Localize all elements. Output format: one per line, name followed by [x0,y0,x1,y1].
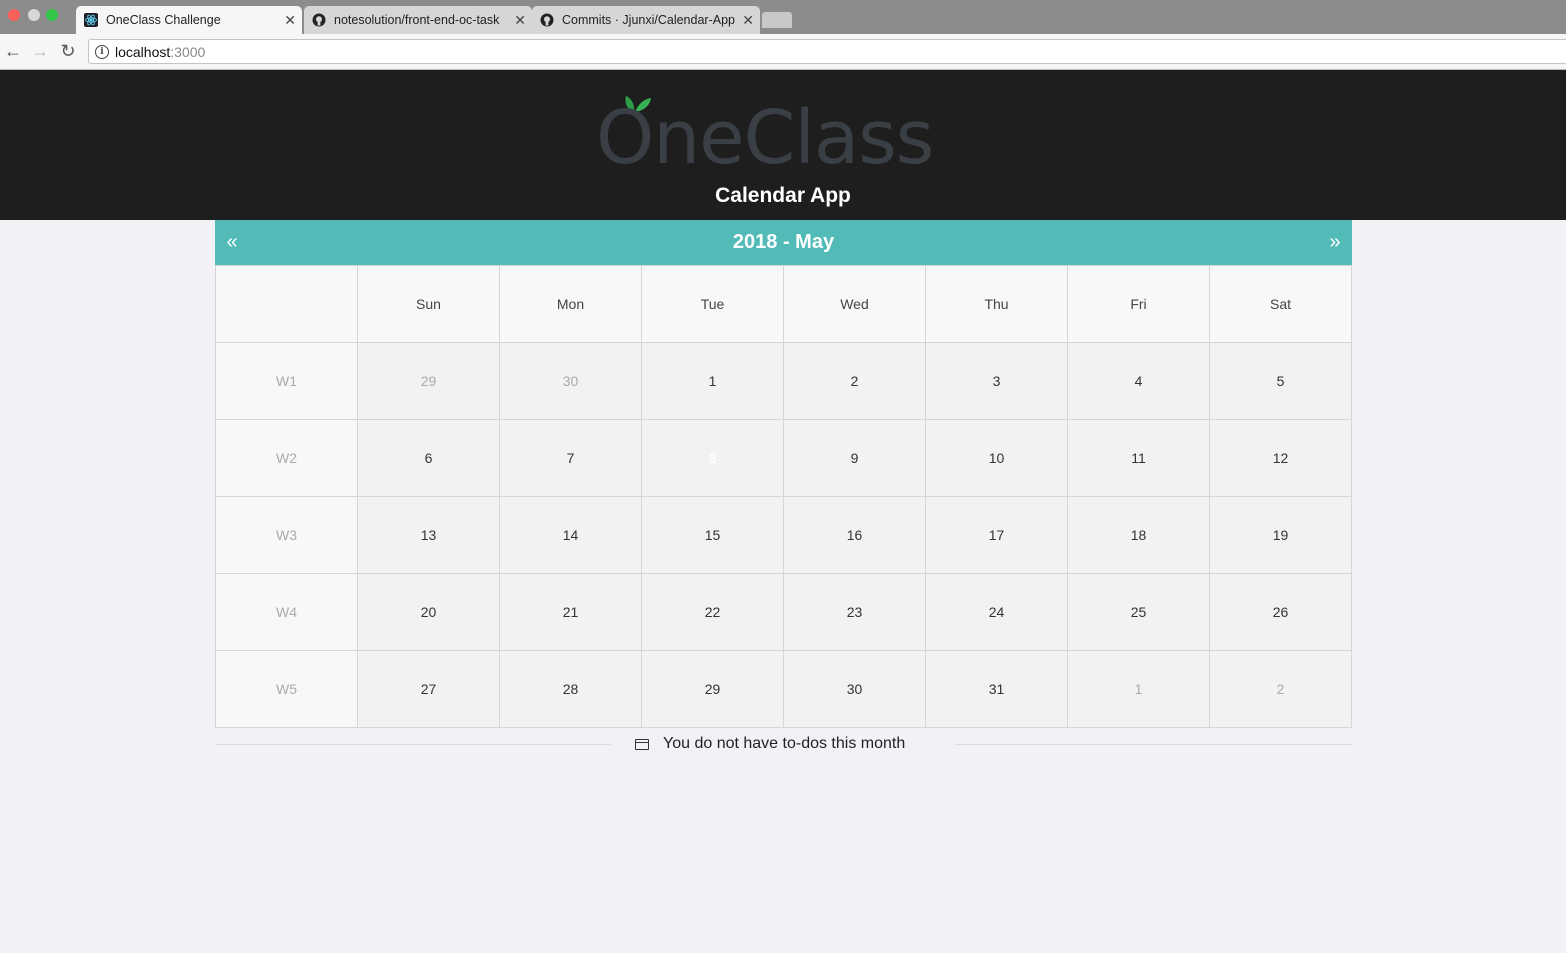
browser-tab-bar: OneClass Challenge ✕ notesolution/front-… [0,0,1566,34]
week-label: W5 [215,650,358,728]
divider [955,744,1352,745]
day-cell[interactable]: 21 [499,573,642,651]
day-cell[interactable]: 10 [925,419,1068,497]
calendar-header: « 2018 - May » [215,220,1352,265]
reload-icon[interactable]: ↻ [57,40,79,62]
github-icon [540,13,554,27]
close-tab-icon[interactable]: ✕ [284,12,296,29]
close-tab-icon[interactable]: ✕ [742,12,754,29]
day-cell[interactable]: 22 [641,573,784,651]
day-cell[interactable]: 20 [357,573,500,651]
calendar-icon [635,738,649,750]
browser-tab-oneclass[interactable]: OneClass Challenge ✕ [76,6,302,34]
new-tab-button[interactable] [762,12,792,28]
github-icon [312,13,326,27]
week-row: W2 6 7 8 9 10 11 12 [215,419,1352,497]
app-header: OneClass Calendar App [0,70,1566,220]
day-cell[interactable]: 1 [641,342,784,420]
minimize-window-button[interactable] [28,9,40,21]
weekday-label: Thu [925,265,1068,343]
week-label-header [215,265,358,343]
day-cell[interactable]: 3 [925,342,1068,420]
weekday-label: Sun [357,265,500,343]
week-row: W5 27 28 29 30 31 1 2 [215,650,1352,728]
address-bar[interactable]: i localhost:3000 [88,39,1566,64]
week-row: W4 20 21 22 23 24 25 26 [215,573,1352,651]
day-cell[interactable]: 17 [925,496,1068,574]
day-cell[interactable]: 4 [1067,342,1210,420]
browser-tab-github-commits[interactable]: Commits · Jjunxi/Calendar-App ✕ [532,6,760,34]
tab-title: Commits · Jjunxi/Calendar-App [562,13,735,27]
page-title: Calendar App [715,184,851,207]
day-cell[interactable]: 28 [499,650,642,728]
weekday-label: Fri [1067,265,1210,343]
calendar-grid: Sun Mon Tue Wed Thu Fri Sat W1 29 30 1 2… [215,265,1352,728]
week-label: W1 [215,342,358,420]
day-cell[interactable]: 16 [783,496,926,574]
day-cell[interactable]: 15 [641,496,784,574]
close-tab-icon[interactable]: ✕ [514,12,526,29]
calendar: « 2018 - May » Sun Mon Tue Wed Thu Fri S… [215,220,1352,728]
day-cell-prev-month[interactable]: 29 [357,342,500,420]
react-icon [84,13,98,27]
weekday-header-row: Sun Mon Tue Wed Thu Fri Sat [215,265,1352,343]
day-cell[interactable]: 23 [783,573,926,651]
forward-arrow-icon[interactable]: → [29,40,51,62]
day-cell-prev-month[interactable]: 30 [499,342,642,420]
week-row: W3 13 14 15 16 17 18 19 [215,496,1352,574]
browser-tab-github-task[interactable]: notesolution/front-end-oc-task ✕ [304,6,532,34]
calendar-month-title: 2018 - May [732,231,835,253]
week-label: W4 [215,573,358,651]
divider [215,744,611,745]
url-port: :3000 [170,43,206,60]
weekday-label: Wed [783,265,926,343]
day-cell[interactable]: 13 [357,496,500,574]
day-cell[interactable]: 5 [1209,342,1352,420]
day-cell[interactable]: 29 [641,650,784,728]
day-cell[interactable]: 26 [1209,573,1352,651]
close-window-button[interactable] [8,9,20,21]
maximize-window-button[interactable] [46,9,58,21]
day-cell[interactable]: 27 [357,650,500,728]
browser-toolbar: ← → ↻ i localhost:3000 [0,34,1566,70]
weekday-label: Mon [499,265,642,343]
back-arrow-icon[interactable]: ← [2,40,24,62]
day-cell-next-month[interactable]: 2 [1209,650,1352,728]
weekday-label: Sat [1209,265,1352,343]
day-cell[interactable]: 11 [1067,419,1210,497]
todo-empty-text: You do not have to-dos this month [663,735,906,752]
day-cell[interactable]: 31 [925,650,1068,728]
day-cell[interactable]: 18 [1067,496,1210,574]
day-cell[interactable]: 30 [783,650,926,728]
url-host: localhost [115,43,171,60]
day-cell[interactable]: 9 [783,419,926,497]
logo-text: OneClass [596,95,934,181]
day-cell[interactable]: 12 [1209,419,1352,497]
day-cell[interactable]: 24 [925,573,1068,651]
todo-section: You do not have to-dos this month [215,730,1352,760]
tab-title: notesolution/front-end-oc-task [334,13,500,27]
day-cell[interactable]: 7 [499,419,642,497]
day-cell-selected[interactable]: 8 [641,419,784,497]
tab-title: OneClass Challenge [106,13,221,27]
todo-empty-message: You do not have to-dos this month [635,730,905,758]
day-cell[interactable]: 2 [783,342,926,420]
oneclass-logo: OneClass [596,86,976,181]
info-icon[interactable]: i [95,44,109,59]
day-cell[interactable]: 25 [1067,573,1210,651]
weekday-label: Tue [641,265,784,343]
next-month-button[interactable]: » [1320,220,1350,265]
day-cell[interactable]: 6 [357,419,500,497]
week-label: W3 [215,496,358,574]
week-row: W1 29 30 1 2 3 4 5 [215,342,1352,420]
day-cell-next-month[interactable]: 1 [1067,650,1210,728]
day-cell[interactable]: 19 [1209,496,1352,574]
week-label: W2 [215,419,358,497]
day-cell[interactable]: 14 [499,496,642,574]
